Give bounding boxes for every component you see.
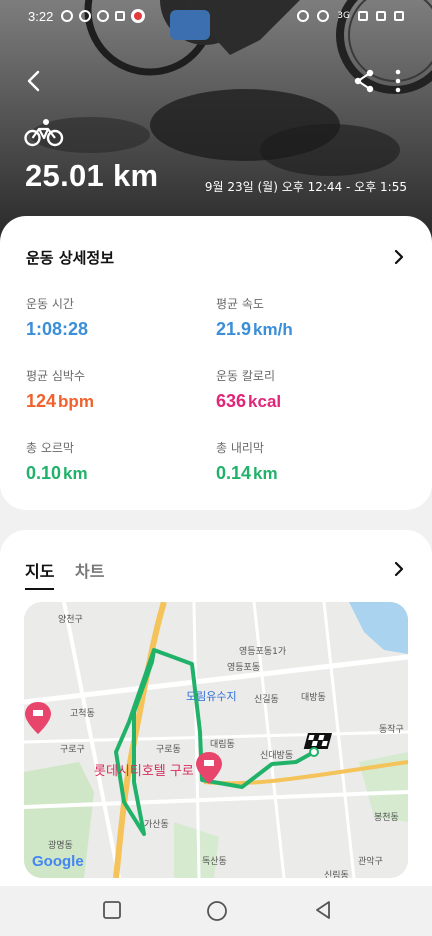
map-label: 대림동	[210, 740, 235, 750]
map-label: 관악구	[358, 857, 383, 867]
map-label: 봉천동	[374, 813, 399, 823]
stat-total-descent: 총 내리막 0.14 km	[216, 441, 278, 483]
map-label: 롯데시티호텔 구로	[94, 764, 194, 779]
tab-map[interactable]: 지도	[25, 558, 55, 590]
map-label: 광명동	[48, 841, 73, 851]
stat-avg-heart-rate: 평균 심박수 124 bpm	[26, 369, 94, 411]
status-time: 3:22	[28, 8, 54, 24]
network-type: 3G	[337, 11, 350, 21]
workout-details-card: 운동 상세정보 운동 시간 1:08:28 평균 속도 21.9 km/h 평균 …	[0, 216, 432, 510]
stat-duration: 운동 시간 1:08:28	[26, 297, 89, 339]
map-label: 도림유수지	[186, 690, 237, 703]
battery-icon	[394, 11, 404, 21]
back-arrow-icon[interactable]	[22, 66, 48, 96]
map-label: 가산동	[144, 820, 169, 830]
cyclists-photo	[0, 0, 432, 250]
signal-icon	[376, 11, 386, 21]
recents-icon[interactable]	[102, 900, 122, 920]
chevron-right-icon[interactable]	[392, 560, 406, 578]
map-label: 고척동	[70, 709, 95, 719]
tab-chart[interactable]: 차트	[75, 558, 104, 582]
chevron-right-icon[interactable]	[392, 248, 406, 266]
system-nav-bar	[0, 886, 432, 936]
more-vert-icon[interactable]	[388, 68, 408, 94]
google-attribution: Google	[32, 853, 84, 870]
home-icon[interactable]	[206, 900, 228, 922]
recording-icon	[131, 9, 146, 23]
map-label: 양천구	[58, 615, 83, 625]
stat-calories: 운동 칼로리 636 kcal	[216, 369, 282, 411]
route-map[interactable]: 양천구 영등포동1가 영등포동 신길동 대방동 고척동 도림유수지 구로구 구로…	[24, 602, 408, 878]
map-label: 구로동	[156, 745, 181, 755]
distance-value: 25.01 km	[25, 158, 159, 193]
map-card: 지도 차트 양천구 영등포동1가 영등포동 신길동 대방동 고척동 도림유수지 …	[0, 530, 432, 886]
map-label: 신림동	[324, 871, 349, 878]
map-label: 독산동	[202, 857, 227, 867]
map-label: 신길동	[254, 695, 279, 705]
bicycle-icon	[24, 119, 64, 147]
download-icon	[61, 10, 74, 22]
alarm-icon	[317, 10, 330, 22]
app: 3:22 3G 25.01 km 9월 23일 (월) 오후 12:44 - 오…	[0, 0, 432, 936]
workout-datetime: 9월 23일 (월) 오후 12:44 - 오후 1:55	[204, 180, 407, 194]
map-label: 동작구	[379, 725, 404, 735]
share-icon[interactable]	[352, 68, 376, 94]
details-title: 운동 상세정보	[26, 249, 115, 267]
square-icon	[115, 11, 126, 21]
cloud-icon	[79, 10, 92, 22]
activity-hero: 3:22 3G 25.01 km 9월 23일 (월) 오후 12:44 - 오…	[0, 0, 432, 250]
back-icon[interactable]	[313, 900, 333, 920]
map-label: 대방동	[301, 693, 326, 703]
map-label: 영등포동1가	[239, 647, 287, 657]
location-icon	[297, 10, 310, 22]
stat-total-ascent: 총 오르막 0.10 km	[26, 441, 88, 483]
ring-icon	[97, 10, 110, 22]
stat-avg-speed: 평균 속도 21.9 km/h	[216, 297, 293, 339]
wifi-icon	[358, 11, 368, 21]
map-label: 구로구	[60, 745, 85, 755]
map-label: 영등포동	[227, 663, 261, 673]
status-bar: 3:22 3G	[0, 0, 432, 32]
map-label: 신대방동	[260, 751, 294, 761]
